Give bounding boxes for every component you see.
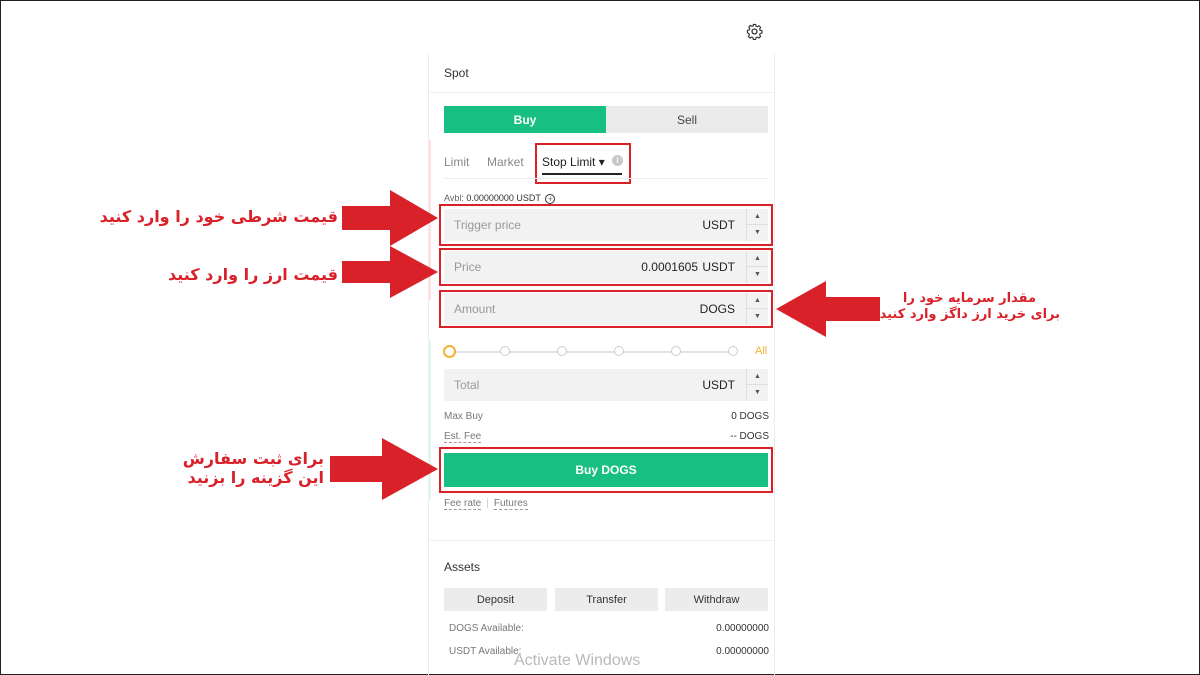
- max-buy-value: 0 DOGS: [731, 411, 769, 422]
- tab-market[interactable]: Market: [487, 155, 524, 169]
- dogs-available-label: DOGS Available:: [449, 623, 524, 634]
- annotation-submit-line1: برای ثبت سفارش: [182, 449, 324, 468]
- annotation-submit-line2: این گزینه را بزنید: [187, 468, 324, 487]
- sell-tab[interactable]: Sell: [606, 106, 768, 133]
- arrow-left-icon: [776, 281, 880, 337]
- tab-limit[interactable]: Limit: [444, 155, 469, 169]
- arrow-right-icon: [330, 438, 438, 500]
- slider-step-25[interactable]: [500, 346, 510, 356]
- highlight-buy-button: [439, 447, 773, 493]
- footer-links: Fee rate | Futures: [444, 498, 528, 510]
- slider-all-label[interactable]: All: [755, 345, 767, 357]
- usdt-available-label: USDT Available:: [449, 646, 522, 657]
- divider: [430, 540, 773, 541]
- total-placeholder: Total: [454, 378, 480, 392]
- highlight-trigger-price: [439, 204, 773, 246]
- withdraw-button[interactable]: Withdraw: [665, 588, 768, 611]
- futures-link[interactable]: Futures: [493, 498, 528, 510]
- slider-step-75[interactable]: [614, 346, 624, 356]
- slider-step-100[interactable]: [728, 346, 738, 356]
- annotation-trigger: قیمت شرطی خود را وارد کنید: [99, 207, 338, 226]
- fee-rate-link[interactable]: Fee rate: [444, 498, 482, 510]
- link-separator: |: [486, 498, 489, 509]
- annotation-amount-line2: برای خرید ارز داگز وارد کنید: [879, 307, 1060, 322]
- amount-slider-track[interactable]: [450, 351, 734, 353]
- add-funds-icon[interactable]: +: [545, 194, 556, 204]
- activation-watermark: Activate Windows: [514, 652, 641, 669]
- slider-thumb[interactable]: [443, 345, 456, 358]
- buy-tab[interactable]: Buy: [444, 106, 606, 133]
- divider: [430, 92, 773, 93]
- gear-icon[interactable]: [746, 23, 763, 40]
- transfer-button[interactable]: Transfer: [555, 588, 658, 611]
- assets-title: Assets: [444, 560, 481, 574]
- total-field[interactable]: Total USDT ▲ ▼: [444, 369, 768, 401]
- arrow-right-icon: [342, 246, 438, 298]
- panel-title: Spot: [444, 66, 469, 80]
- divider: [444, 178, 768, 179]
- max-buy-label: Max Buy: [444, 411, 483, 422]
- slider-step-50[interactable]: [557, 346, 567, 356]
- stepper-down-icon[interactable]: ▼: [747, 385, 768, 401]
- est-fee-label[interactable]: Est. Fee: [444, 431, 482, 443]
- annotation-amount-line1: مقدار سرمایه خود را: [902, 291, 1036, 306]
- avbl-label: Avbl:: [444, 193, 464, 203]
- stepper-up-icon[interactable]: ▲: [747, 369, 768, 385]
- available-balance: Avbl: 0.00000000 USDT +: [444, 193, 556, 204]
- highlight-amount: [439, 290, 773, 328]
- slider-step-90[interactable]: [671, 346, 681, 356]
- deposit-button[interactable]: Deposit: [444, 588, 547, 611]
- est-fee-value: -- DOGS: [730, 431, 769, 442]
- highlight-price: [439, 248, 773, 286]
- usdt-available-value: 0.00000000: [716, 646, 769, 657]
- total-unit: USDT: [702, 378, 735, 392]
- avbl-value: 0.00000000 USDT: [466, 193, 541, 203]
- annotation-price: قیمت ارز را وارد کنید: [167, 265, 338, 284]
- arrow-right-icon: [342, 190, 438, 246]
- total-stepper[interactable]: ▲ ▼: [746, 369, 768, 401]
- dogs-available-value: 0.00000000: [716, 623, 769, 634]
